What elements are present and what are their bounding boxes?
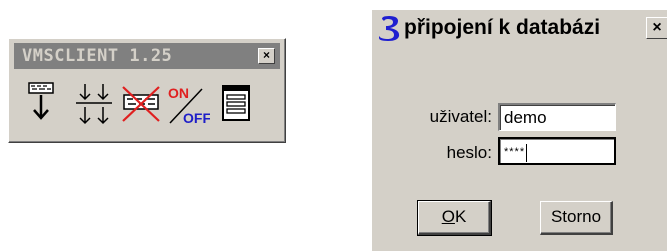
split-arrows-icon [76,84,112,125]
ok-button[interactable]: OK [417,200,492,236]
password-label: heslo: [446,143,492,162]
window-list-button[interactable] [213,81,257,127]
password-input-value: **** [504,146,526,158]
download-arrow-icon [28,82,54,120]
window-list-icon [222,85,250,121]
split-tool-button[interactable] [72,81,116,127]
user-label: uživatel: [429,107,492,126]
download-tool-button[interactable] [25,81,69,127]
toolbar-title: VMSCLIENT 1.25 [22,46,173,66]
toolbar-buttons: ON OFF [25,81,281,127]
disabled-transfer-button[interactable] [119,81,163,127]
password-input[interactable]: **** [498,137,616,165]
user-input[interactable]: demo [498,103,616,131]
disabled-transfer-icon [122,86,160,122]
toolbar-close-button[interactable]: × [258,48,275,64]
ok-button-mnemonic: O [441,207,455,226]
app-logo-icon [379,16,400,41]
on-label: ON [168,85,189,101]
ok-button-label: K [454,207,467,226]
off-label: OFF [183,110,210,126]
dialog-title-bar[interactable]: připojení k databázi × [376,12,667,44]
text-caret [526,143,528,162]
dialog-close-button[interactable]: × [646,17,667,39]
on-off-toggle-button[interactable]: ON OFF [166,81,210,127]
vmsclient-toolbar-window: VMSCLIENT 1.25 × ON OFF [8,38,286,143]
cancel-button[interactable]: Storno [540,201,613,235]
dialog-title: připojení k databázi [404,16,601,39]
user-input-value: demo [504,108,547,127]
on-off-toggle-icon: ON OFF [168,85,210,126]
toolbar-title-bar[interactable]: VMSCLIENT 1.25 [14,43,280,69]
database-login-dialog: připojení k databázi × uživatel: demo he… [371,9,667,251]
